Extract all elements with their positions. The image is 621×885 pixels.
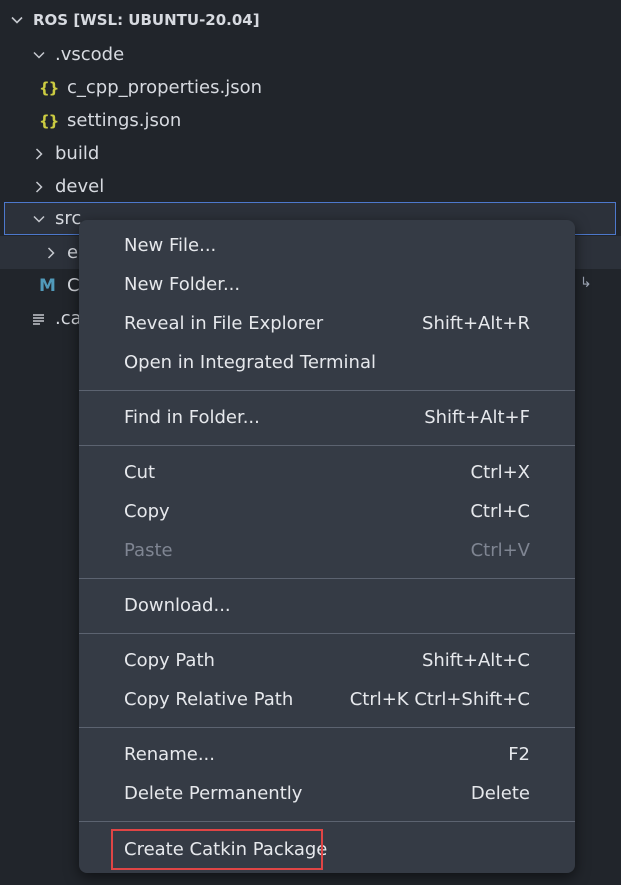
annotation-highlight-box [111,829,323,870]
return-arrow-icon: ↳ [580,275,592,291]
menu-item-shortcut: Delete [470,783,530,804]
json-braces-icon: {} [39,78,59,97]
menu-item-download[interactable]: Download... [79,586,575,625]
menu-item-copy-relative-path[interactable]: Copy Relative Path Ctrl+K Ctrl+Shift+C [79,680,575,719]
menu-item-rename[interactable]: Rename... F2 [79,735,575,774]
menu-separator [79,390,575,391]
text-lines-icon [33,313,44,325]
tree-item-label: C [67,275,80,296]
tree-item-label: e [67,242,79,263]
menu-item-label: Delete Permanently [124,783,303,804]
tree-item-label: settings.json [67,110,182,131]
menu-item-find-in-folder[interactable]: Find in Folder... Shift+Alt+F [79,398,575,437]
menu-item-label: New Folder... [124,274,241,295]
workspace-title: ROS [WSL: UBUNTU-20.04] [33,11,260,29]
menu-item-new-folder[interactable]: New Folder... [79,265,575,304]
tree-file-c-cpp-properties[interactable]: {} c_cpp_properties.json [0,71,621,104]
menu-item-reveal-in-file-explorer[interactable]: Reveal in File Explorer Shift+Alt+R [79,304,575,343]
tree-item-label: .vscode [55,44,125,65]
menu-item-label: Copy Relative Path [124,689,294,710]
menu-item-label: Cut [124,462,156,483]
menu-item-label: Find in Folder... [124,407,260,428]
menu-item-shortcut: Shift+Alt+C [421,650,530,671]
tree-item-label: .ca [55,308,82,329]
explorer-panel: ROS [WSL: UBUNTU-20.04] .vscode {} c_cpp… [0,0,621,885]
menu-item-shortcut: Ctrl+X [470,462,530,483]
menu-item-label: Copy Path [124,650,215,671]
chevron-down-icon [33,215,45,223]
chevron-down-icon [11,16,23,24]
menu-item-shortcut: Shift+Alt+R [422,313,530,334]
menu-item-label: Open in Integrated Terminal [124,352,376,373]
json-braces-icon: {} [39,111,59,130]
menu-item-label: New File... [124,235,217,256]
menu-item-shortcut: Ctrl+K Ctrl+Shift+C [349,689,530,710]
tree-folder-devel[interactable]: devel [0,170,621,203]
menu-item-label: Paste [124,540,173,561]
menu-item-shortcut: Ctrl+V [470,540,530,561]
chevron-right-icon [35,147,43,160]
tree-item-label: c_cpp_properties.json [67,77,263,98]
menu-item-shortcut: Shift+Alt+F [424,407,530,428]
menu-separator [79,821,575,822]
menu-item-cut[interactable]: Cut Ctrl+X [79,453,575,492]
chevron-right-icon [47,246,55,259]
tree-folder-vscode[interactable]: .vscode [0,38,621,71]
menu-item-shortcut: Ctrl+C [470,501,530,522]
menu-item-paste: Paste Ctrl+V [79,531,575,570]
chevron-right-icon [35,180,43,193]
menu-item-label: Rename... [124,744,215,765]
explorer-section-header[interactable]: ROS [WSL: UBUNTU-20.04] [0,3,621,37]
menu-item-copy-path[interactable]: Copy Path Shift+Alt+C [79,641,575,680]
menu-separator [79,633,575,634]
menu-item-shortcut: F2 [508,744,530,765]
menu-separator [79,445,575,446]
menu-item-open-in-terminal[interactable]: Open in Integrated Terminal [79,343,575,382]
context-menu: New File... New Folder... Reveal in File… [79,220,575,873]
menu-separator [79,727,575,728]
menu-item-new-file[interactable]: New File... [79,226,575,265]
menu-item-label: Reveal in File Explorer [124,313,324,334]
tree-item-label: src [55,208,82,229]
cmake-m-icon: M [39,275,56,296]
menu-item-label: Copy [124,501,170,522]
tree-file-settings[interactable]: {} settings.json [0,104,621,137]
tree-folder-build[interactable]: build [0,137,621,170]
chevron-down-icon [33,51,45,59]
menu-item-copy[interactable]: Copy Ctrl+C [79,492,575,531]
tree-item-label: build [55,143,100,164]
tree-item-label: devel [55,176,105,197]
menu-item-delete-permanently[interactable]: Delete Permanently Delete [79,774,575,813]
menu-item-label: Download... [124,595,231,616]
menu-separator [79,578,575,579]
